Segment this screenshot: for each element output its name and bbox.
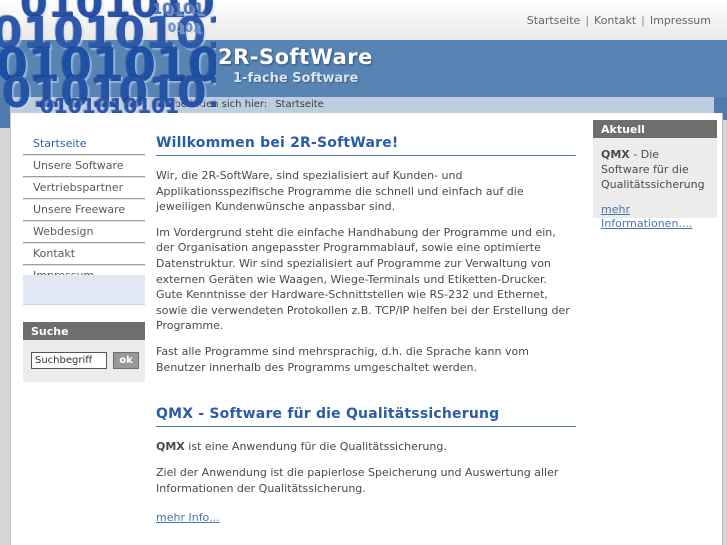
search-box-title: Suche: [23, 322, 145, 341]
binary-logo: 0101010101 0101010101 0101010101 0101010…: [0, 0, 216, 113]
qmx-lead: QMX ist eine Anwendung für die Qualitäts…: [156, 439, 576, 455]
top-link-kontakt[interactable]: Kontakt: [594, 14, 636, 27]
sidebar-empty-box: [23, 275, 145, 305]
welcome-paragraph-1: Wir, die 2R-SoftWare, sind spezialisiert…: [156, 169, 524, 214]
logo-digits-row: 0101010101: [40, 94, 180, 113]
top-utility-nav: Startseite | Kontakt | Impressum: [524, 14, 714, 27]
aktuell-box-title: Aktuell: [593, 120, 717, 139]
welcome-heading: Willkommen bei 2R-SoftWare!: [156, 135, 576, 156]
qmx-heading: QMX - Software für die Qualitätssicherun…: [156, 406, 576, 428]
main-content: Willkommen bei 2R-SoftWare! Wir, die 2R-…: [156, 113, 576, 545]
separator: |: [585, 14, 590, 27]
aktuell-product-name: QMX: [601, 148, 630, 161]
qmx-lead-text: ist eine Anwendung für die Qualitätssich…: [184, 440, 447, 454]
qmx-section: QMX - Software für die Qualitätssicherun…: [156, 406, 576, 525]
sidebar-item-webdesign[interactable]: Webdesign: [23, 221, 145, 243]
qmx-product-name: QMX: [156, 440, 185, 454]
site-subtitle: 1-fache Software: [233, 71, 359, 86]
sidebar-item-vertriebspartner[interactable]: Vertriebspartner: [23, 177, 145, 199]
top-link-impressum[interactable]: Impressum: [650, 14, 711, 27]
sidebar-nav: Startseite Unsere Software Vertriebspart…: [23, 133, 145, 287]
site-title: 2R-SoftWare: [218, 45, 373, 69]
search-ok-button[interactable]: ok: [113, 352, 139, 369]
welcome-paragraph-3: Fast alle Programme sind mehrsprachig, d…: [156, 345, 529, 374]
aktuell-more-link[interactable]: mehr Informationen....: [601, 203, 709, 233]
page-container: Startseite Unsere Software Vertriebspart…: [10, 113, 723, 545]
aktuell-box: QMX - Die Software für die Qualitätssich…: [593, 138, 717, 230]
logo-digits-small: 10101: [152, 0, 205, 18]
separator: |: [641, 14, 645, 27]
qmx-body: Ziel der Anwendung ist die papierlose Sp…: [156, 465, 559, 495]
top-link-startseite[interactable]: Startseite: [527, 14, 581, 27]
sidebar-item-unsere-software[interactable]: Unsere Software: [23, 155, 145, 177]
search-box: ok: [23, 340, 145, 382]
search-input[interactable]: [31, 352, 107, 369]
sidebar-item-kontakt[interactable]: Kontakt: [23, 243, 145, 265]
qmx-more-link[interactable]: mehr Info...: [156, 511, 220, 524]
breadcrumb-left-tab: [0, 113, 10, 128]
breadcrumb-current[interactable]: Startseite: [275, 99, 324, 110]
sidebar-item-unsere-freeware[interactable]: Unsere Freeware: [23, 199, 145, 221]
sidebar-item-startseite[interactable]: Startseite: [23, 133, 145, 155]
logo-digits-small: 0101: [168, 21, 202, 35]
welcome-paragraph-2: Im Vordergrund steht die einfache Handha…: [156, 225, 570, 333]
